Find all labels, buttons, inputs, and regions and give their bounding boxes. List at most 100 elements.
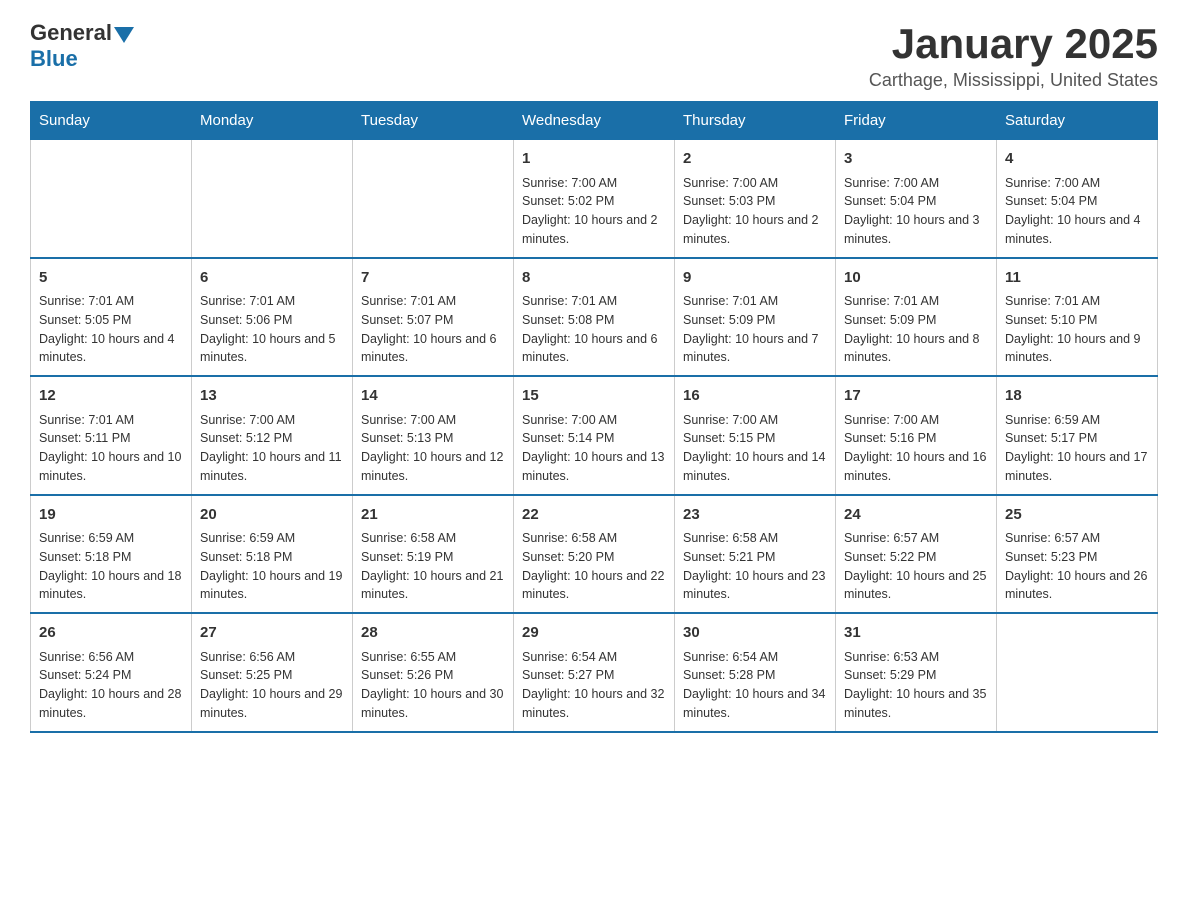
calendar-cell-week1-day4: 1Sunrise: 7:00 AMSunset: 5:02 PMDaylight…	[514, 140, 675, 258]
day-info-line: Sunset: 5:27 PM	[522, 666, 666, 685]
calendar-header-sunday: Sunday	[31, 102, 192, 140]
calendar-cell-week1-day3	[353, 140, 514, 258]
day-info-line: Daylight: 10 hours and 7 minutes.	[683, 330, 827, 368]
day-info-line: Sunrise: 6:55 AM	[361, 648, 505, 667]
calendar-cell-week5-day4: 29Sunrise: 6:54 AMSunset: 5:27 PMDayligh…	[514, 613, 675, 732]
day-info-line: Sunrise: 7:01 AM	[683, 292, 827, 311]
month-title: January 2025	[869, 20, 1158, 68]
day-number: 31	[844, 622, 988, 645]
day-number: 1	[522, 148, 666, 171]
calendar-cell-week5-day1: 26Sunrise: 6:56 AMSunset: 5:24 PMDayligh…	[31, 613, 192, 732]
calendar-cell-week4-day5: 23Sunrise: 6:58 AMSunset: 5:21 PMDayligh…	[675, 495, 836, 614]
day-info-line: Daylight: 10 hours and 16 minutes.	[844, 448, 988, 486]
calendar-cell-week3-day1: 12Sunrise: 7:01 AMSunset: 5:11 PMDayligh…	[31, 376, 192, 495]
day-info-line: Sunset: 5:23 PM	[1005, 548, 1149, 567]
day-info-line: Daylight: 10 hours and 18 minutes.	[39, 567, 183, 605]
day-number: 5	[39, 267, 183, 290]
day-number: 16	[683, 385, 827, 408]
day-number: 8	[522, 267, 666, 290]
day-number: 29	[522, 622, 666, 645]
calendar-cell-week5-day3: 28Sunrise: 6:55 AMSunset: 5:26 PMDayligh…	[353, 613, 514, 732]
day-info-line: Daylight: 10 hours and 28 minutes.	[39, 685, 183, 723]
calendar-week-row-4: 19Sunrise: 6:59 AMSunset: 5:18 PMDayligh…	[31, 495, 1158, 614]
calendar-week-row-5: 26Sunrise: 6:56 AMSunset: 5:24 PMDayligh…	[31, 613, 1158, 732]
day-info-line: Daylight: 10 hours and 25 minutes.	[844, 567, 988, 605]
day-info-line: Daylight: 10 hours and 3 minutes.	[844, 211, 988, 249]
day-number: 21	[361, 504, 505, 527]
day-info-line: Sunset: 5:18 PM	[39, 548, 183, 567]
day-info-line: Daylight: 10 hours and 4 minutes.	[39, 330, 183, 368]
day-number: 17	[844, 385, 988, 408]
day-info-line: Sunset: 5:25 PM	[200, 666, 344, 685]
calendar-cell-week2-day4: 8 Sunrise: 7:01 AMSunset: 5:08 PMDaylight…	[514, 258, 675, 377]
calendar-week-row-2: 5Sunrise: 7:01 AMSunset: 5:05 PMDaylight…	[31, 258, 1158, 377]
day-info-line: Sunrise: 6:59 AM	[200, 529, 344, 548]
day-info-line: Sunrise: 7:01 AM	[39, 411, 183, 430]
calendar-cell-week2-day1: 5Sunrise: 7:01 AMSunset: 5:05 PMDaylight…	[31, 258, 192, 377]
calendar-cell-week1-day6: 3 Sunrise: 7:00 AMSunset: 5:04 PMDaylight…	[836, 140, 997, 258]
day-info-line: Daylight: 10 hours and 6 minutes.	[361, 330, 505, 368]
day-number: 9	[683, 267, 827, 290]
day-info-line: Daylight: 10 hours and 23 minutes.	[683, 567, 827, 605]
day-info-line: Sunset: 5:08 PM	[522, 311, 666, 330]
title-section: January 2025 Carthage, Mississippi, Unit…	[869, 20, 1158, 91]
day-info-line: Sunrise: 7:01 AM	[39, 292, 183, 311]
day-info-line: Sunrise: 7:00 AM	[844, 174, 988, 193]
day-info-line: Sunset: 5:13 PM	[361, 429, 505, 448]
day-info-line: Sunrise: 7:00 AM	[522, 174, 666, 193]
day-number: 3	[844, 148, 988, 171]
day-info-line: Daylight: 10 hours and 17 minutes.	[1005, 448, 1149, 486]
day-info-line: Daylight: 10 hours and 21 minutes.	[361, 567, 505, 605]
calendar-cell-week4-day3: 21Sunrise: 6:58 AMSunset: 5:19 PMDayligh…	[353, 495, 514, 614]
day-info-line: Daylight: 10 hours and 8 minutes.	[844, 330, 988, 368]
day-info-line: Sunset: 5:10 PM	[1005, 311, 1149, 330]
day-info-line: Sunset: 5:04 PM	[844, 192, 988, 211]
calendar-cell-week3-day7: 18Sunrise: 6:59 AMSunset: 5:17 PMDayligh…	[997, 376, 1158, 495]
day-info-line: Daylight: 10 hours and 12 minutes.	[361, 448, 505, 486]
day-info-line: Sunrise: 6:54 AM	[683, 648, 827, 667]
day-info-line: Sunset: 5:15 PM	[683, 429, 827, 448]
day-number: 26	[39, 622, 183, 645]
day-info-line: Sunset: 5:09 PM	[844, 311, 988, 330]
day-number: 14	[361, 385, 505, 408]
day-info-line: Sunset: 5:11 PM	[39, 429, 183, 448]
day-info-line: Sunset: 5:04 PM	[1005, 192, 1149, 211]
day-number: 4	[1005, 148, 1149, 171]
calendar-cell-week4-day4: 22Sunrise: 6:58 AMSunset: 5:20 PMDayligh…	[514, 495, 675, 614]
logo-triangle-icon	[114, 27, 134, 43]
day-info-line: Sunrise: 7:01 AM	[522, 292, 666, 311]
calendar-cell-week1-day2	[192, 140, 353, 258]
day-info-line: Daylight: 10 hours and 19 minutes.	[200, 567, 344, 605]
day-info-line: Daylight: 10 hours and 10 minutes.	[39, 448, 183, 486]
day-info-line: Daylight: 10 hours and 32 minutes.	[522, 685, 666, 723]
day-info-line: Sunset: 5:06 PM	[200, 311, 344, 330]
day-info-line: Sunrise: 7:01 AM	[844, 292, 988, 311]
day-info-line: Daylight: 10 hours and 6 minutes.	[522, 330, 666, 368]
day-info-line: Sunrise: 7:00 AM	[1005, 174, 1149, 193]
calendar-cell-week5-day6: 31Sunrise: 6:53 AMSunset: 5:29 PMDayligh…	[836, 613, 997, 732]
day-info-line: Sunrise: 7:00 AM	[200, 411, 344, 430]
day-number: 19	[39, 504, 183, 527]
calendar-cell-week4-day2: 20Sunrise: 6:59 AMSunset: 5:18 PMDayligh…	[192, 495, 353, 614]
day-info-line: Sunrise: 6:56 AM	[39, 648, 183, 667]
calendar-header-monday: Monday	[192, 102, 353, 140]
logo-blue-text: Blue	[30, 46, 78, 72]
calendar-header-tuesday: Tuesday	[353, 102, 514, 140]
day-info-line: Sunrise: 6:57 AM	[844, 529, 988, 548]
calendar-cell-week5-day2: 27Sunrise: 6:56 AMSunset: 5:25 PMDayligh…	[192, 613, 353, 732]
calendar-header-wednesday: Wednesday	[514, 102, 675, 140]
day-number: 6	[200, 267, 344, 290]
day-info-line: Daylight: 10 hours and 26 minutes.	[1005, 567, 1149, 605]
day-number: 18	[1005, 385, 1149, 408]
day-info-line: Sunrise: 6:58 AM	[683, 529, 827, 548]
day-info-line: Daylight: 10 hours and 30 minutes.	[361, 685, 505, 723]
logo: General Blue	[30, 20, 134, 72]
day-info-line: Sunset: 5:19 PM	[361, 548, 505, 567]
day-info-line: Sunrise: 7:00 AM	[522, 411, 666, 430]
day-info-line: Sunrise: 7:00 AM	[683, 411, 827, 430]
calendar-header-saturday: Saturday	[997, 102, 1158, 140]
calendar-cell-week1-day5: 2Sunrise: 7:00 AMSunset: 5:03 PMDaylight…	[675, 140, 836, 258]
day-info-line: Sunset: 5:14 PM	[522, 429, 666, 448]
day-number: 15	[522, 385, 666, 408]
day-number: 7	[361, 267, 505, 290]
